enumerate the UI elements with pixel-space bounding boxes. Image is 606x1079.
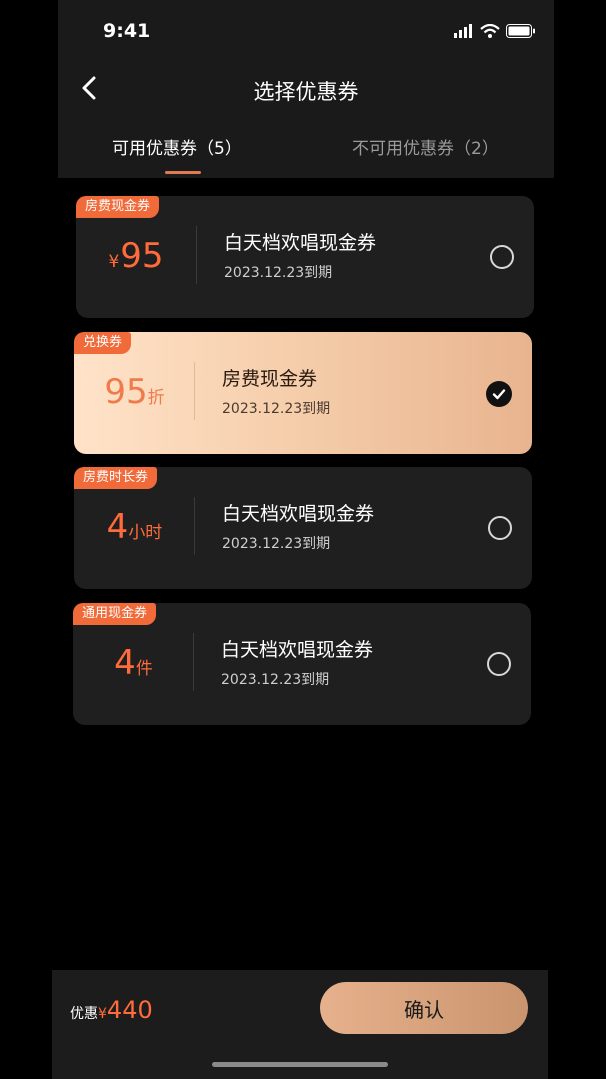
divider	[194, 497, 195, 555]
coupon-expiry: 2023.12.23到期	[224, 265, 333, 281]
coupon-amount: 4	[114, 643, 136, 683]
coupon-name: 白天档欢唱现金券	[224, 232, 377, 254]
coupon-name: 房费现金券	[222, 368, 318, 390]
home-indicator	[212, 1062, 388, 1067]
confirm-button[interactable]: 确认	[320, 982, 528, 1034]
coupon-amount: 95	[120, 236, 164, 276]
radio-checked[interactable]	[486, 381, 512, 407]
checkmark-icon	[492, 389, 506, 400]
discount-label: 优惠	[70, 1006, 98, 1022]
status-icons	[454, 22, 536, 40]
coupon-tag: 房费现金券	[76, 196, 160, 218]
coupon-card-selected[interactable]: 兑换券 95折 房费现金券 2023.12.23到期	[74, 332, 532, 454]
coupon-amount: 95	[104, 372, 148, 412]
tab-unavailable[interactable]: 不可用优惠券（2）	[352, 134, 499, 159]
coupon-tag: 通用现金券	[73, 603, 157, 625]
battery-icon	[506, 24, 535, 38]
coupon-card[interactable]: 房费现金券 ¥95 白天档欢唱现金券 2023.12.23到期	[76, 196, 534, 318]
discount-amount: 440	[106, 996, 153, 1024]
coupon-name: 白天档欢唱现金券	[222, 503, 375, 525]
divider	[196, 226, 197, 284]
coupon-value: 4小时	[74, 507, 194, 547]
coupon-expiry: 2023.12.23到期	[221, 672, 330, 688]
tab-available[interactable]: 可用优惠券（5）	[112, 134, 242, 159]
currency-symbol: ¥	[108, 252, 120, 272]
discount-summary: 优惠¥440	[70, 996, 153, 1024]
divider	[194, 362, 195, 420]
nav-header: 选择优惠券 可用优惠券（5） 不可用优惠券（2）	[58, 60, 554, 178]
signal-icon	[454, 24, 472, 38]
coupon-name: 白天档欢唱现金券	[221, 639, 374, 661]
coupon-tag: 房费时长券	[74, 467, 158, 489]
coupon-unit: 小时	[128, 523, 163, 543]
coupon-expiry: 2023.12.23到期	[222, 536, 331, 552]
coupon-unit: 件	[135, 659, 153, 679]
bottom-bar: 优惠¥440 确认	[52, 970, 548, 1079]
coupon-card[interactable]: 房费时长券 4小时 白天档欢唱现金券 2023.12.23到期	[74, 467, 532, 589]
discount-currency: ¥	[98, 1006, 107, 1022]
coupon-amount: 4	[106, 507, 129, 547]
page-title: 选择优惠券	[253, 80, 359, 104]
radio-unchecked[interactable]	[490, 245, 514, 269]
coupon-value: 95折	[74, 372, 194, 412]
coupon-expiry: 2023.12.23到期	[222, 401, 331, 417]
divider	[193, 633, 194, 691]
wifi-icon	[480, 24, 500, 38]
radio-unchecked[interactable]	[487, 652, 511, 676]
phone-screen: 9:41 选择优惠券 可用优惠券（5） 不可用优惠券（2） 房费现金券 ¥95 …	[58, 0, 554, 1079]
coupon-value: 4件	[73, 643, 193, 683]
coupon-tag: 兑换券	[74, 332, 132, 354]
status-bar: 9:41	[58, 0, 554, 60]
status-time: 9:41	[103, 20, 151, 42]
coupon-value: ¥95	[76, 236, 196, 276]
active-tab-indicator	[165, 171, 201, 174]
coupon-unit: 折	[147, 388, 165, 408]
coupon-card[interactable]: 通用现金券 4件 白天档欢唱现金券 2023.12.23到期	[73, 603, 531, 725]
radio-unchecked[interactable]	[488, 516, 512, 540]
